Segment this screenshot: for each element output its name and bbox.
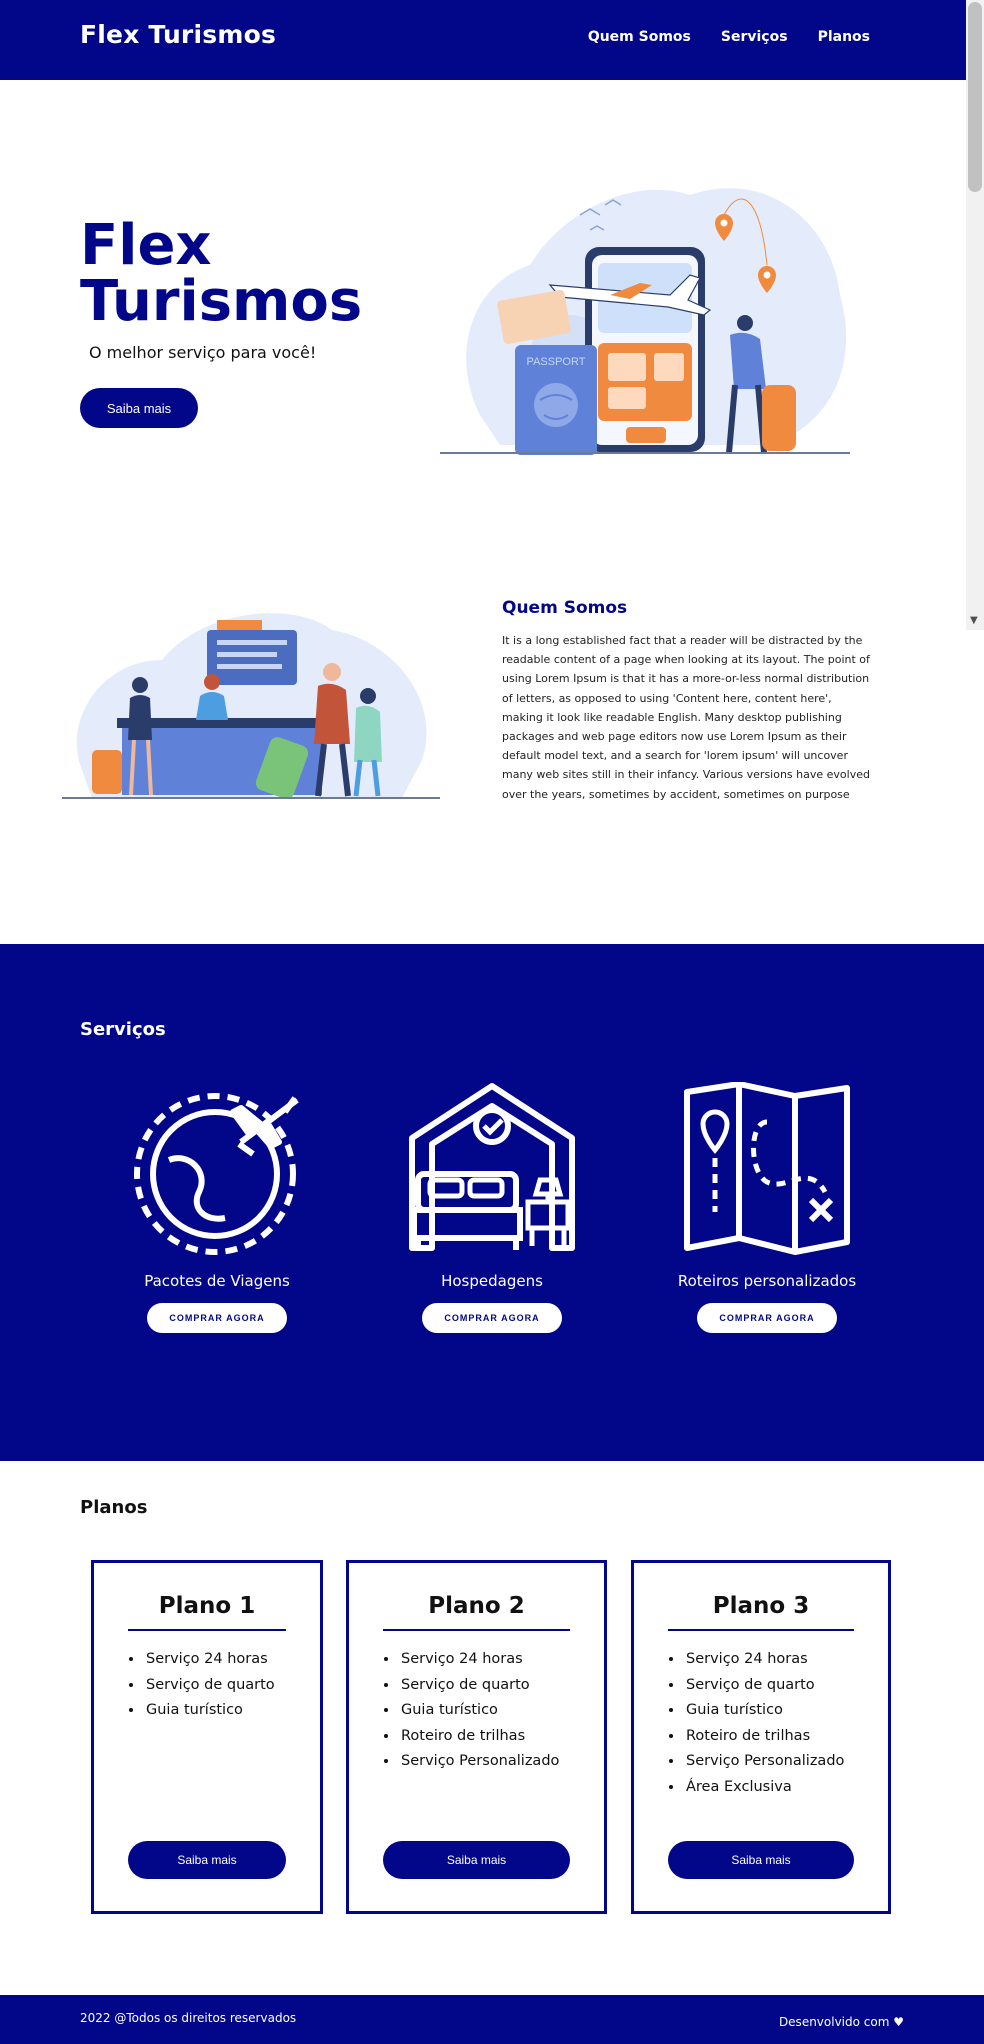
plan-feature: Área Exclusiva xyxy=(684,1775,844,1801)
plan-feature: Serviço de quarto xyxy=(399,1673,559,1699)
plan-card-3: Plano 3 Serviço 24 horas Serviço de quar… xyxy=(631,1560,891,1914)
hero-subtitle: O melhor serviço para você! xyxy=(89,343,317,362)
developed-with-love-text: Desenvolvido com ♥ xyxy=(778,2015,904,2029)
copyright-text: 2022 @Todos os direitos reservados xyxy=(80,2011,297,2025)
plan-name: Plano 2 xyxy=(428,1593,525,1619)
service-label: Pacotes de Viagens xyxy=(144,1272,290,1290)
plan-saiba-mais-button[interactable]: Saiba mais xyxy=(128,1841,286,1879)
plan-name: Plano 1 xyxy=(158,1593,256,1619)
plan-feature: Guia turístico xyxy=(684,1698,844,1724)
hero-title: Flex Turismos xyxy=(80,213,363,334)
plan-feature: Serviço 24 horas xyxy=(399,1647,559,1673)
main-nav: Quem Somos Serviços Planos xyxy=(588,29,870,45)
hotel-bed-icon xyxy=(409,1083,575,1251)
plan-divider xyxy=(668,1629,854,1631)
service-card-roteiros: Roteiros personalizados COMPRAR AGORA xyxy=(630,1082,904,1333)
service-label: Hospedagens xyxy=(441,1272,543,1290)
nav-link-planos[interactable]: Planos xyxy=(818,29,870,45)
site-footer: 2022 @Todos os direitos reservados Desen… xyxy=(0,1995,984,2044)
plan-divider xyxy=(128,1629,286,1631)
about-text: It is a long established fact that a rea… xyxy=(502,634,870,801)
about-title: Quem Somos xyxy=(502,598,628,618)
scroll-down-arrow-icon[interactable]: ▼ xyxy=(970,615,978,626)
passport-label: PASSPORT xyxy=(527,356,586,368)
plan-feature: Guia turístico xyxy=(399,1698,559,1724)
plan-feature-list: Serviço 24 horas Serviço de quarto Guia … xyxy=(399,1647,559,1775)
plan-feature: Roteiro de trilhas xyxy=(399,1724,559,1750)
plans-title: Planos xyxy=(80,1497,148,1518)
travel-booking-illustration: PASSPORT xyxy=(440,188,850,455)
service-card-pacotes: Pacotes de Viagens COMPRAR AGORA xyxy=(80,1082,354,1333)
comprar-agora-button[interactable]: COMPRAR AGORA xyxy=(147,1303,287,1333)
services-section: Serviços Pacotes de Viagens COMPRAR AGOR… xyxy=(0,944,984,1461)
plan-feature: Serviço 24 horas xyxy=(144,1647,275,1673)
plan-feature: Serviço 24 horas xyxy=(684,1647,844,1673)
services-title: Serviços xyxy=(80,1019,166,1040)
scrollbar-thumb[interactable] xyxy=(968,2,982,192)
airport-checkin-illustration xyxy=(62,613,440,799)
scrollbar[interactable]: ▼ xyxy=(966,0,984,630)
plan-divider xyxy=(383,1629,570,1631)
service-card-hospedagens: Hospedagens COMPRAR AGORA xyxy=(355,1082,629,1333)
plan-saiba-mais-button[interactable]: Saiba mais xyxy=(383,1841,570,1879)
globe-plane-icon xyxy=(134,1093,299,1255)
plan-name: Plano 3 xyxy=(712,1593,810,1619)
nav-link-servicos[interactable]: Serviços xyxy=(721,29,788,45)
comprar-agora-button[interactable]: COMPRAR AGORA xyxy=(697,1303,837,1333)
plan-feature: Roteiro de trilhas xyxy=(684,1724,844,1750)
map-route-icon xyxy=(684,1082,850,1255)
nav-link-quem-somos[interactable]: Quem Somos xyxy=(588,29,691,45)
plan-feature: Serviço Personalizado xyxy=(399,1749,559,1775)
service-label: Roteiros personalizados xyxy=(677,1272,857,1290)
plan-feature: Serviço de quarto xyxy=(144,1673,275,1699)
plan-feature: Serviço Personalizado xyxy=(684,1749,844,1775)
plan-feature: Guia turístico xyxy=(144,1698,275,1724)
comprar-agora-button[interactable]: COMPRAR AGORA xyxy=(422,1303,562,1333)
plan-feature-list: Serviço 24 horas Serviço de quarto Guia … xyxy=(144,1647,275,1724)
plan-feature: Serviço de quarto xyxy=(684,1673,844,1699)
site-header: Flex Turismos Quem Somos Serviços Planos xyxy=(0,0,966,80)
plan-card-2: Plano 2 Serviço 24 horas Serviço de quar… xyxy=(346,1560,607,1914)
brand-logo[interactable]: Flex Turismos xyxy=(80,20,276,49)
plan-card-1: Plano 1 Serviço 24 horas Serviço de quar… xyxy=(91,1560,323,1914)
plan-saiba-mais-button[interactable]: Saiba mais xyxy=(668,1841,854,1879)
plan-feature-list: Serviço 24 horas Serviço de quarto Guia … xyxy=(684,1647,844,1801)
hero-saiba-mais-button[interactable]: Saiba mais xyxy=(80,388,198,428)
